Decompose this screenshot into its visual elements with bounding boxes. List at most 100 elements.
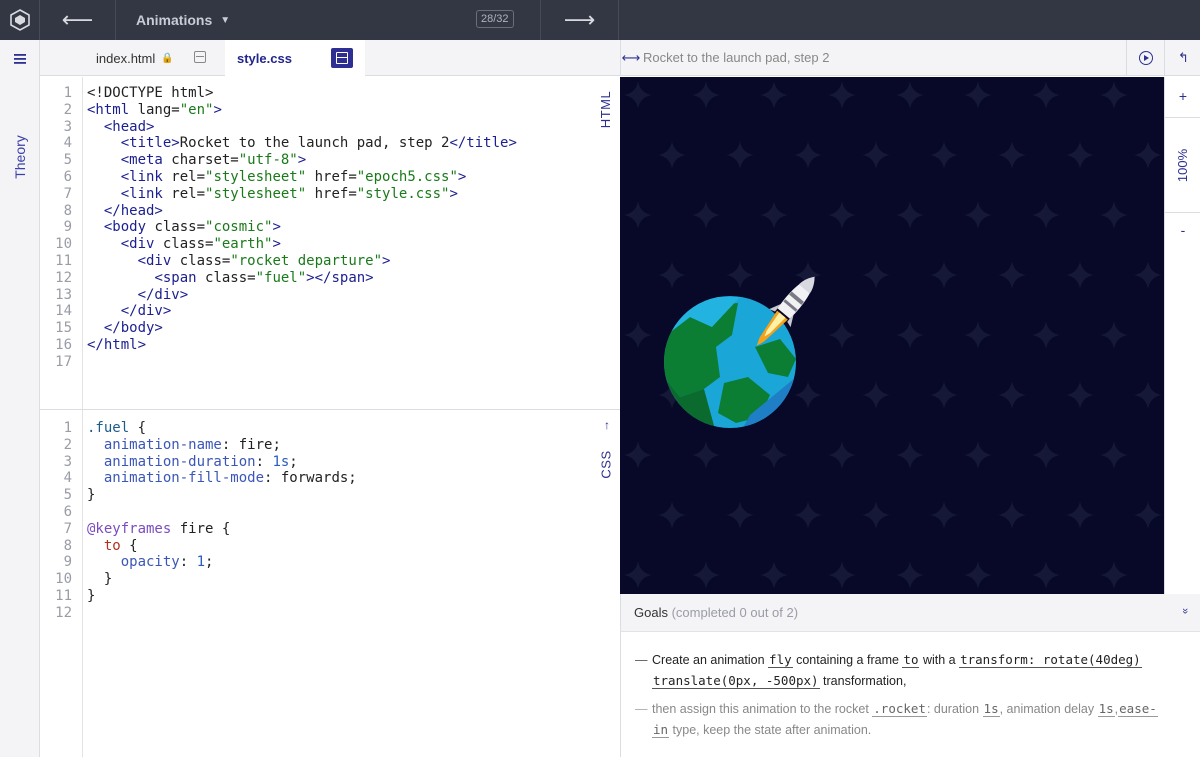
code-text: </html>	[87, 336, 147, 353]
goals-list: — Create an animation fly containing a f…	[620, 632, 1200, 757]
code-text: Rocket to the launch pad, step 2	[179, 135, 450, 152]
goals-title: Goals	[634, 605, 668, 620]
split-view-icon[interactable]	[331, 48, 353, 68]
code-text: .fuel	[87, 420, 130, 436]
code-text: href=	[306, 185, 357, 202]
code-text: : fire;	[221, 436, 281, 453]
goal-code[interactable]: translate(0px, -500px)	[652, 672, 820, 689]
plus-icon: +	[1178, 88, 1188, 104]
code-text: class=	[154, 219, 206, 236]
code-text: }	[103, 571, 113, 588]
goals-header[interactable]: Goals (completed 0 out of 2) »	[620, 594, 1200, 632]
goal-code[interactable]: 1s	[982, 701, 1000, 717]
html-pane-label[interactable]: HTML	[596, 89, 616, 129]
code-text: 1	[196, 554, 206, 571]
line-number: 9	[63, 219, 72, 236]
goal-code[interactable]: to	[902, 652, 920, 668]
code-text: "en"	[179, 101, 214, 118]
code-text: "cosmic"	[205, 219, 273, 236]
theory-toggle[interactable]: Theory	[5, 132, 35, 182]
line-number: 14	[55, 303, 72, 320]
line-number: 2	[63, 101, 72, 118]
collapse-icon[interactable]: »	[1179, 608, 1191, 614]
section-selector[interactable]: Animations ▼ 28/32	[116, 0, 541, 40]
run-button[interactable]	[1126, 40, 1164, 76]
reset-icon: ↰	[1178, 50, 1189, 65]
line-number: 9	[63, 554, 72, 571]
code-text: lang=	[137, 101, 180, 118]
earth-and-rocket	[664, 276, 815, 428]
code-text: <link	[120, 168, 172, 185]
code-text: animation-fill-mode	[103, 470, 265, 487]
code-text: </title>	[449, 135, 517, 152]
goal-text: : duration	[926, 702, 983, 716]
goal-text: transformation,	[819, 673, 907, 688]
goal-code[interactable]: 1s	[1097, 701, 1115, 717]
goal-text: then assign this animation to the rocket	[652, 702, 873, 716]
goal-text: type, keep the state after animation.	[669, 722, 872, 737]
code-text: {	[129, 420, 147, 436]
line-number: 6	[63, 503, 72, 520]
goal-item: — Create an animation fly containing a f…	[635, 650, 1180, 691]
code-text: >	[449, 185, 458, 202]
logo-icon	[9, 9, 30, 31]
code-text: <div	[137, 252, 180, 269]
tab-index-html[interactable]: index.html 🔒	[84, 40, 224, 76]
code-text: :	[179, 554, 197, 571]
goal-code[interactable]: fly	[768, 652, 793, 668]
code-text: "epoch5.css"	[356, 168, 458, 185]
code-text: <meta	[120, 152, 172, 169]
code-text: "style.css"	[356, 185, 450, 202]
line-number: 7	[63, 520, 72, 537]
arrow-up-icon[interactable]: ↑	[604, 418, 610, 432]
section-title: Animations	[136, 12, 213, 28]
line-number: 11	[55, 252, 72, 269]
goal-code[interactable]: transform: rotate(40deg)	[959, 652, 1142, 668]
reset-button[interactable]: ↰	[1164, 40, 1200, 76]
menu-icon[interactable]	[11, 50, 29, 68]
goal-text: with a	[919, 653, 960, 667]
goal-text: containing a frame	[792, 653, 903, 667]
preview-canvas	[620, 77, 1164, 594]
logo[interactable]	[0, 0, 40, 40]
split-view-icon[interactable]	[194, 51, 206, 63]
tab-style-css[interactable]: style.css	[225, 40, 365, 77]
zoom-out-button[interactable]: -	[1165, 217, 1200, 243]
code-text: "stylesheet"	[205, 168, 307, 185]
theory-label: Theory	[12, 135, 29, 179]
code-text: rel=	[171, 185, 206, 202]
left-sidebar: Theory	[0, 40, 40, 757]
line-number: 4	[63, 135, 72, 152]
tab-label: index.html	[96, 50, 156, 66]
zoom-level-text: 100%	[1175, 148, 1191, 182]
goal-code[interactable]: ease-	[1118, 701, 1158, 717]
code-text: charset=	[171, 152, 239, 169]
code-text: >	[457, 168, 467, 185]
line-number: 10	[55, 236, 72, 253]
top-bar: ⟵ Animations ▼ 28/32 ⟶	[0, 0, 1200, 40]
line-number: 7	[63, 185, 72, 202]
line-number: 1	[63, 85, 72, 101]
code-text: to	[103, 537, 121, 554]
goal-item: — then assign this animation to the rock…	[635, 699, 1180, 740]
code-text: fire {	[171, 520, 231, 537]
code-text: >	[272, 236, 281, 253]
back-button[interactable]: ⟵	[40, 0, 116, 40]
goal-code[interactable]: .rocket	[872, 701, 927, 717]
code-text: ;	[205, 554, 214, 571]
code-text: <head>	[103, 118, 155, 135]
code-text: ;	[289, 453, 298, 470]
html-editor[interactable]: 1 <!DOCTYPE html> 2 <html lang="en"> 3 <he…	[40, 77, 620, 410]
goal-code[interactable]: in	[652, 721, 670, 738]
css-editor[interactable]: 1 .fuel { 2 animation-name: fire; 3 anima…	[40, 410, 620, 757]
zoom-in-button[interactable]: +	[1165, 83, 1200, 109]
resize-icon[interactable]: ⟷	[621, 40, 641, 76]
forward-button[interactable]: ⟶	[541, 0, 619, 40]
code-text: :	[255, 453, 273, 470]
line-number: 2	[63, 436, 72, 453]
lock-icon: 🔒	[161, 52, 174, 64]
css-pane-label[interactable]: CSS	[596, 444, 616, 484]
line-number: 8	[63, 202, 72, 219]
code-text: animation-name	[103, 436, 222, 453]
css-label-text: CSS	[598, 449, 614, 479]
